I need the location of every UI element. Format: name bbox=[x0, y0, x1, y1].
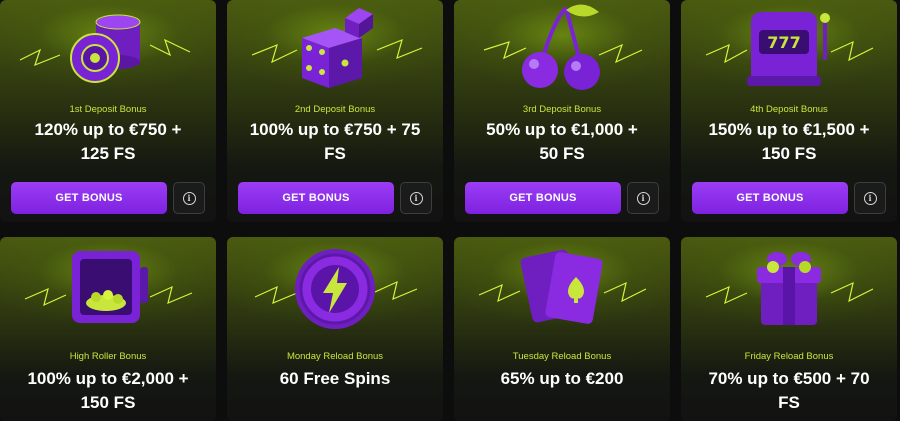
bonus-headline-line2: 125 FS bbox=[80, 144, 136, 163]
bonus-grid: 1st Deposit Bonus 120% up to €750 + 125 … bbox=[0, 0, 900, 421]
bonus-headline-line2: 50 FS bbox=[539, 144, 585, 163]
safe-icon bbox=[24, 251, 193, 323]
bonus-headline-line2: FS bbox=[778, 393, 800, 412]
bonus-headline: 100% up to €750 + 75 FS bbox=[235, 118, 435, 166]
get-bonus-button[interactable]: GET BONUS bbox=[238, 182, 394, 214]
bonus-headline: 65% up to €200 bbox=[462, 367, 662, 391]
bonus-card-monday-reload: Monday Reload Bonus 60 Free Spins bbox=[227, 237, 443, 421]
get-bonus-button[interactable]: GET BONUS bbox=[692, 182, 848, 214]
info-icon: i bbox=[636, 191, 650, 205]
bonus-headline: 120% up to €750 + 125 FS bbox=[8, 118, 208, 166]
bonus-card-high-roller: High Roller Bonus 100% up to €2,000 + 15… bbox=[0, 237, 216, 421]
cherries-icon bbox=[483, 4, 643, 90]
bonus-subtitle: 2nd Deposit Bonus bbox=[294, 104, 376, 115]
bonus-headline: 50% up to €1,000 + 50 FS bbox=[462, 118, 662, 166]
get-bonus-button[interactable]: GET BONUS bbox=[11, 182, 167, 214]
info-icon: i bbox=[409, 191, 423, 205]
lightning-coin-icon bbox=[254, 249, 418, 329]
gift-box-icon bbox=[705, 252, 874, 325]
bonus-subtitle: 1st Deposit Bonus bbox=[69, 104, 147, 115]
bonus-headline: 100% up to €2,000 + 150 FS bbox=[8, 367, 208, 415]
poker-chips-icon bbox=[19, 14, 191, 83]
bonus-headline-line1: 50% up to €1,000 + bbox=[486, 120, 638, 139]
get-bonus-button[interactable]: GET BONUS bbox=[465, 182, 621, 214]
slot-machine-icon: 777 bbox=[705, 12, 874, 86]
bonus-headline-line1: 100% up to €750 + 75 bbox=[249, 120, 421, 139]
bonus-card-2nd-deposit: 2nd Deposit Bonus 100% up to €750 + 75 F… bbox=[227, 0, 443, 222]
bonus-headline-line2: 150 FS bbox=[80, 393, 136, 412]
info-button[interactable]: i bbox=[400, 182, 432, 214]
bonus-card-4th-deposit: 777 4th Deposit Bonus 150% up to €1,500 … bbox=[681, 0, 897, 222]
info-button[interactable]: i bbox=[854, 182, 886, 214]
info-icon: i bbox=[182, 191, 196, 205]
bonus-headline-line1: 120% up to €750 + bbox=[34, 120, 182, 139]
bonus-headline-line2: 150 FS bbox=[761, 144, 817, 163]
bonus-card-friday-reload: Friday Reload Bonus 70% up to €500 + 70 … bbox=[681, 237, 897, 421]
bonus-headline: 60 Free Spins bbox=[235, 367, 435, 391]
dice-icon bbox=[251, 8, 423, 88]
bonus-headline-line1: 100% up to €2,000 + bbox=[27, 369, 189, 388]
bonus-subtitle: 4th Deposit Bonus bbox=[750, 104, 828, 115]
playing-cards-icon bbox=[478, 249, 647, 324]
bonus-headline-line1: 60 Free Spins bbox=[279, 369, 391, 388]
bonus-subtitle: High Roller Bonus bbox=[69, 351, 147, 362]
bonus-headline-line2: FS bbox=[324, 144, 346, 163]
info-button[interactable]: i bbox=[173, 182, 205, 214]
info-icon: i bbox=[863, 191, 877, 205]
info-button[interactable]: i bbox=[627, 182, 659, 214]
bonus-subtitle: Monday Reload Bonus bbox=[286, 351, 384, 362]
bonus-subtitle: Friday Reload Bonus bbox=[744, 351, 834, 362]
slot-reels-text: 777 bbox=[767, 33, 800, 52]
bonus-headline-line1: 65% up to €200 bbox=[500, 369, 624, 388]
bonus-card-tuesday-reload: Tuesday Reload Bonus 65% up to €200 bbox=[454, 237, 670, 421]
bonus-headline: 150% up to €1,500 + 150 FS bbox=[689, 118, 889, 166]
bonus-headline-line1: 70% up to €500 + 70 bbox=[708, 369, 870, 388]
bonus-headline: 70% up to €500 + 70 FS bbox=[689, 367, 889, 415]
bonus-card-1st-deposit: 1st Deposit Bonus 120% up to €750 + 125 … bbox=[0, 0, 216, 222]
bonus-card-3rd-deposit: 3rd Deposit Bonus 50% up to €1,000 + 50 … bbox=[454, 0, 670, 222]
bonus-subtitle: Tuesday Reload Bonus bbox=[512, 351, 612, 362]
bonus-subtitle: 3rd Deposit Bonus bbox=[522, 104, 602, 115]
bonus-headline-line1: 150% up to €1,500 + bbox=[708, 120, 870, 139]
